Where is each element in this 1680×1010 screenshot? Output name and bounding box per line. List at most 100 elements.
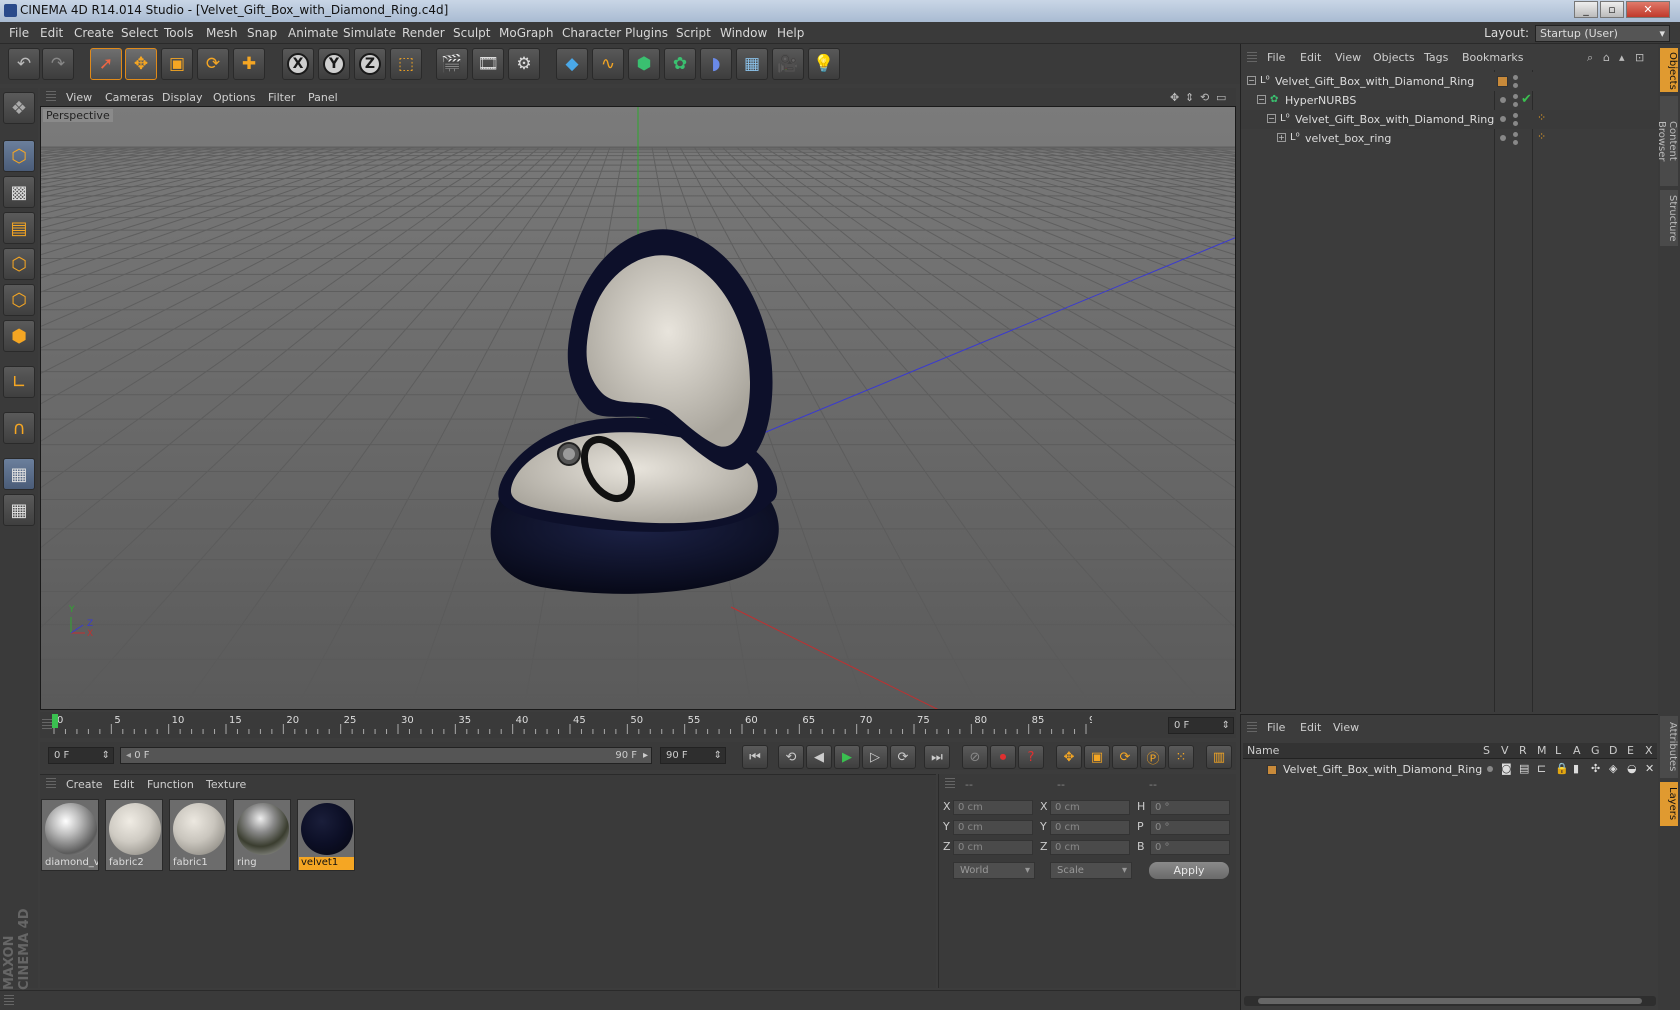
menu-sculpt[interactable]: Sculpt bbox=[453, 26, 490, 40]
array-icon[interactable]: ✿ bbox=[664, 48, 696, 80]
layer-menu-file[interactable]: File bbox=[1267, 721, 1285, 734]
pos-x-field[interactable]: 0 cm bbox=[953, 800, 1033, 815]
snap-icon[interactable]: ∩ bbox=[3, 412, 35, 444]
layer-xref-icon[interactable]: ✕ bbox=[1645, 762, 1654, 775]
light-icon[interactable]: 💡 bbox=[808, 48, 840, 80]
column-animation[interactable]: A bbox=[1573, 744, 1581, 757]
nurbs-icon[interactable]: ⬢ bbox=[628, 48, 660, 80]
autokey-icon[interactable]: ⏺ bbox=[990, 745, 1016, 769]
menu-animate[interactable]: Animate bbox=[288, 26, 338, 40]
panel-grip[interactable] bbox=[4, 995, 14, 1007]
viewport-menu-options[interactable]: Options bbox=[213, 91, 255, 104]
y-axis-icon[interactable]: Y bbox=[318, 48, 350, 80]
key-scale-icon[interactable]: ▣ bbox=[1084, 745, 1110, 769]
menu-plugins[interactable]: Plugins bbox=[625, 26, 668, 40]
material-swatch-fabric2[interactable]: fabric2 bbox=[105, 799, 163, 871]
maximize-view-icon[interactable]: ▭ bbox=[1216, 91, 1226, 104]
material-menu-create[interactable]: Create bbox=[66, 778, 103, 791]
material-swatch-ring[interactable]: ring bbox=[233, 799, 291, 871]
layer-generators-icon[interactable]: ✣ bbox=[1591, 762, 1600, 775]
menu-character[interactable]: Character bbox=[562, 26, 621, 40]
column-expressions[interactable]: E bbox=[1627, 744, 1634, 757]
tab-structure[interactable]: Structure bbox=[1660, 190, 1678, 246]
layer-manager-icon[interactable]: ⊏ bbox=[1537, 762, 1546, 775]
render-view-icon[interactable]: 🎬 bbox=[436, 48, 468, 80]
render-settings-icon[interactable]: ⚙ bbox=[508, 48, 540, 80]
axis-mode-icon[interactable]: ∟ bbox=[3, 366, 35, 398]
next-key-icon[interactable]: ⟳ bbox=[890, 745, 916, 769]
close-button[interactable]: ✕ bbox=[1626, 1, 1670, 18]
end-frame-field[interactable]: 90 F ⇕ bbox=[660, 747, 726, 764]
pan-view-icon[interactable]: ✥ bbox=[1170, 91, 1179, 104]
panel-grip[interactable] bbox=[46, 778, 56, 790]
viewport-menu-cameras[interactable]: Cameras bbox=[105, 91, 154, 104]
texture-mode-icon[interactable]: ▩ bbox=[3, 176, 35, 208]
tab-content-browser[interactable]: Content Browser bbox=[1656, 96, 1678, 186]
play-icon[interactable]: ▶ bbox=[834, 745, 860, 769]
rot-b-field[interactable]: 0 ° bbox=[1150, 840, 1230, 855]
layer-render-icon[interactable]: ▤ bbox=[1519, 762, 1529, 775]
panel-grip[interactable] bbox=[1247, 52, 1257, 64]
pos-y-field[interactable]: 0 cm bbox=[953, 820, 1033, 835]
object-menu-objects[interactable]: Objects bbox=[1373, 51, 1415, 64]
layer-scrollbar[interactable] bbox=[1244, 996, 1656, 1006]
polygons-mode-icon[interactable]: ⬢ bbox=[3, 320, 35, 352]
column-view[interactable]: V bbox=[1501, 744, 1509, 757]
key-pla-icon[interactable]: ⁙ bbox=[1168, 745, 1194, 769]
home-icon[interactable]: ⌂ bbox=[1603, 51, 1610, 64]
column-deformers[interactable]: D bbox=[1609, 744, 1617, 757]
size-x-field[interactable]: 0 cm bbox=[1050, 800, 1130, 815]
add-icon[interactable]: ✚ bbox=[233, 48, 265, 80]
panel-grip[interactable] bbox=[42, 719, 52, 731]
timeline-ruler[interactable]: 051015202530354045505560657075808590 0 F… bbox=[40, 712, 1236, 738]
layer-lock-icon[interactable]: 🔒 bbox=[1555, 762, 1569, 775]
coordinate-mode-select[interactable]: World ▾ bbox=[953, 862, 1035, 879]
velvet-ring-box[interactable] bbox=[490, 229, 779, 594]
make-editable-icon[interactable]: ❖ bbox=[3, 92, 35, 124]
visibility-render-icon[interactable] bbox=[1513, 140, 1518, 145]
spline-icon[interactable]: ∿ bbox=[592, 48, 624, 80]
layer-expressions-icon[interactable]: ◒ bbox=[1627, 762, 1637, 775]
render-picture-viewer-icon[interactable]: 🎞 bbox=[472, 48, 504, 80]
tab-layers[interactable]: Layers bbox=[1660, 782, 1678, 826]
coordinate-system-icon[interactable]: ⬚ bbox=[390, 48, 422, 80]
object-menu-file[interactable]: File bbox=[1267, 51, 1285, 64]
collapse-icon[interactable]: − bbox=[1257, 95, 1266, 104]
expand-icon[interactable]: + bbox=[1277, 133, 1286, 142]
panel-grip[interactable] bbox=[46, 91, 56, 103]
x-axis-icon[interactable]: X bbox=[282, 48, 314, 80]
previous-frame-icon[interactable]: ◀ bbox=[806, 745, 832, 769]
material-menu-function[interactable]: Function bbox=[147, 778, 194, 791]
visibility-render-icon[interactable] bbox=[1513, 121, 1518, 126]
size-y-field[interactable]: 0 cm bbox=[1050, 820, 1130, 835]
object-name[interactable]: Velvet_Gift_Box_with_Diamond_Ring bbox=[1275, 75, 1474, 88]
layer-menu-view[interactable]: View bbox=[1333, 721, 1359, 734]
layer-view-icon[interactable]: ◙ bbox=[1501, 762, 1512, 775]
object-row[interactable]: − L⁰ Velvet_Gift_Box_with_Diamond_Ring bbox=[1241, 72, 1659, 91]
material-swatch-velvet1[interactable]: velvet1 bbox=[297, 799, 355, 871]
rotate-view-icon[interactable]: ⟲ bbox=[1200, 91, 1209, 104]
collapse-icon[interactable]: − bbox=[1267, 114, 1276, 123]
environment-icon[interactable]: ▦ bbox=[736, 48, 768, 80]
menu-simulate[interactable]: Simulate bbox=[343, 26, 396, 40]
panel-grip[interactable] bbox=[1247, 722, 1257, 734]
menu-mograph[interactable]: MoGraph bbox=[499, 26, 554, 40]
enabled-check-icon[interactable]: ✔ bbox=[1521, 92, 1532, 107]
menu-mesh[interactable]: Mesh bbox=[206, 26, 238, 40]
deformer-icon[interactable]: ◗ bbox=[700, 48, 732, 80]
object-menu-view[interactable]: View bbox=[1335, 51, 1361, 64]
maximize-button[interactable]: ▫ bbox=[1600, 1, 1624, 18]
viewport-perspective[interactable]: Perspective Y Z X bbox=[40, 106, 1236, 710]
up-icon[interactable]: ▴ bbox=[1619, 51, 1625, 64]
visibility-render-icon[interactable] bbox=[1513, 102, 1518, 107]
visibility-editor-icon[interactable] bbox=[1513, 132, 1518, 137]
layer-name[interactable]: Velvet_Gift_Box_with_Diamond_Ring bbox=[1283, 763, 1482, 776]
zoom-view-icon[interactable]: ⇕ bbox=[1185, 91, 1194, 104]
live-selection-icon[interactable]: ➚ bbox=[90, 48, 122, 80]
workplane-icon[interactable]: ▤ bbox=[3, 212, 35, 244]
move-icon[interactable]: ✥ bbox=[125, 48, 157, 80]
go-to-start-icon[interactable]: ⏮ bbox=[742, 745, 768, 769]
column-generators[interactable]: G bbox=[1591, 744, 1600, 757]
rot-h-field[interactable]: 0 ° bbox=[1150, 800, 1230, 815]
key-parameter-icon[interactable]: Ⓟ bbox=[1140, 745, 1166, 769]
